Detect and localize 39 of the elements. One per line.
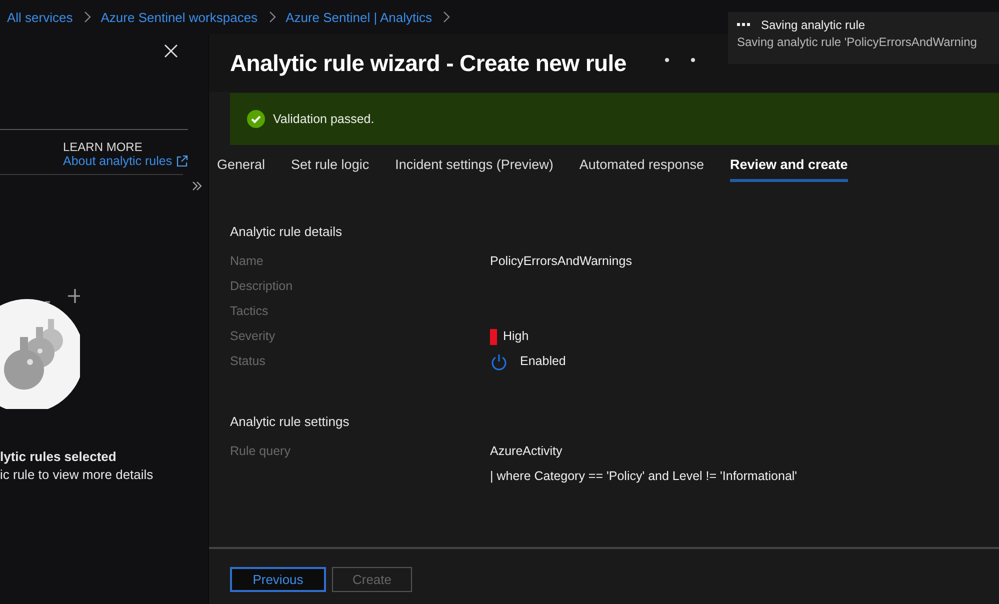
field-value: PolicyErrorsAndWarnings <box>490 253 632 270</box>
empty-state-text: ic rule to view more details <box>0 467 154 482</box>
page-title: Analytic rule wizard - Create new rule <box>230 50 626 76</box>
loading-dots-icon <box>664 57 696 63</box>
learn-more-heading: LEARN MORE <box>63 140 144 154</box>
field-label: Description <box>230 278 294 295</box>
wizard-tab[interactable]: Automated response <box>579 157 704 182</box>
breadcrumb-link[interactable]: Azure Sentinel workspaces <box>100 10 258 24</box>
field-label: Tactics <box>230 303 270 320</box>
empty-state-title: lytic rules selected <box>0 449 118 464</box>
chevron-right-icon <box>442 11 450 23</box>
field-value: Enabled <box>520 353 566 370</box>
external-link-icon <box>176 155 188 167</box>
previous-button[interactable]: Previous <box>230 567 326 592</box>
field-value: | where Category == 'Policy' and Level != 'Informational' <box>490 468 798 485</box>
field-label: Name <box>230 253 264 270</box>
ellipsis-icon <box>737 23 751 27</box>
double-chevron-icon[interactable] <box>192 181 202 191</box>
wizard-tab[interactable]: Set rule logic <box>291 157 370 182</box>
section-heading: Analytic rule settings <box>230 414 350 429</box>
check-circle-icon <box>247 110 265 128</box>
toast-message: Saving analytic rule 'PolicyErrorsAndWarning <box>737 35 978 49</box>
section-heading: Analytic rule details <box>230 224 343 239</box>
banner-text: Validation passed. <box>273 112 374 126</box>
close-icon[interactable] <box>164 44 178 58</box>
field-label: Severity <box>230 328 276 345</box>
wizard-tab[interactable]: Incident settings (Preview) <box>395 157 554 182</box>
chevron-right-icon <box>268 11 276 23</box>
breadcrumb-link[interactable]: Azure Sentinel | Analytics <box>286 10 432 24</box>
field-label: Status <box>230 353 266 370</box>
wizard-tab[interactable]: General <box>217 157 266 182</box>
field-label: Rule query <box>230 443 292 460</box>
field-value: AzureActivity <box>490 443 564 460</box>
about-link[interactable]: About analytic rules <box>63 154 213 168</box>
breadcrumb-link[interactable]: All services <box>7 10 73 24</box>
wizard-tab[interactable]: Review and create <box>730 157 848 182</box>
toast-title: Saving analytic rule <box>761 18 866 32</box>
chevron-right-icon <box>82 11 91 23</box>
field-value: High <box>503 328 529 345</box>
